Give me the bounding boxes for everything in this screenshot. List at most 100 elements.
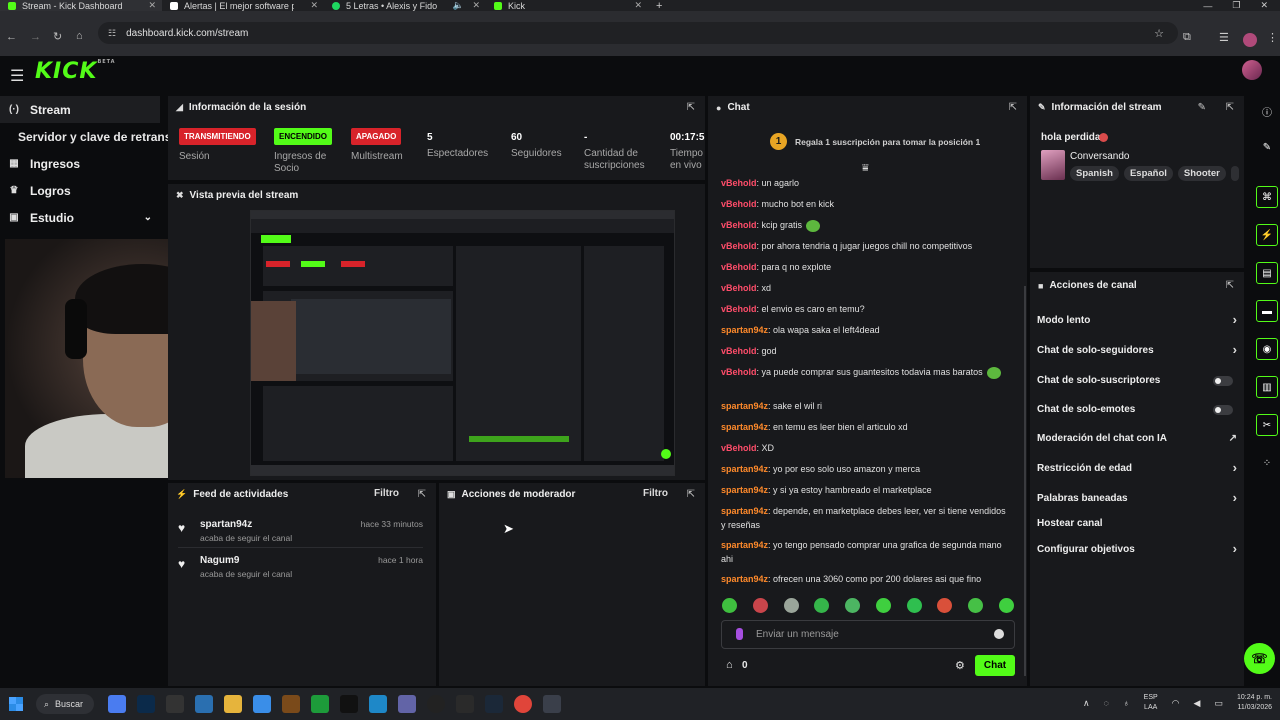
- feed-filter-button[interactable]: Filtro: [374, 488, 399, 499]
- settings-icon[interactable]: [543, 695, 561, 713]
- chat-username[interactable]: vBehold: [721, 304, 757, 314]
- channel-action-item[interactable]: Chat de solo-emotes: [1037, 404, 1237, 415]
- document-icon[interactable]: ▤: [1256, 262, 1278, 284]
- channel-action-item[interactable]: Modo lento ›: [1037, 312, 1237, 327]
- network-icon[interactable]: ◌: [1104, 698, 1109, 708]
- close-tab-icon[interactable]: 🔈: [453, 0, 464, 11]
- expand-icon[interactable]: ⇱: [687, 489, 695, 500]
- emote-icon[interactable]: [968, 598, 984, 613]
- tag[interactable]: [1230, 166, 1239, 181]
- close-tab-icon[interactable]: ✕: [310, 0, 318, 11]
- more-icon[interactable]: ⁘: [1256, 452, 1278, 474]
- chat-username[interactable]: vBehold: [721, 283, 757, 293]
- help-button[interactable]: ☏: [1244, 643, 1275, 674]
- emote-icon[interactable]: [752, 598, 768, 613]
- browser-tab[interactable]: Alertas | El mejor software para ✕: [162, 0, 324, 11]
- emote-icon[interactable]: [783, 598, 799, 613]
- chat-username[interactable]: vBehold: [721, 241, 757, 251]
- minimize-icon[interactable]: —: [1203, 1, 1212, 11]
- filter-icon[interactable]: ⩸: [862, 162, 869, 175]
- pencil-icon[interactable]: ✎: [1256, 136, 1278, 158]
- address-bar[interactable]: ☷ dashboard.kick.com/stream ☆: [98, 22, 1178, 44]
- users-icon[interactable]: ▥: [1256, 376, 1278, 398]
- info-circle-icon[interactable]: ⓘ: [1256, 100, 1278, 122]
- channel-action-item[interactable]: Restricción de edad ›: [1037, 460, 1237, 475]
- expand-icon[interactable]: ⇱: [418, 489, 426, 500]
- channel-action-item[interactable]: Hostear canal: [1037, 518, 1237, 529]
- volume-icon[interactable]: ◀: [1194, 698, 1201, 709]
- reload-icon[interactable]: ↻: [53, 30, 62, 43]
- emote-icon[interactable]: [814, 598, 830, 613]
- app-icon[interactable]: [253, 695, 271, 713]
- emote-icon[interactable]: [875, 598, 891, 613]
- app-icon[interactable]: [340, 695, 358, 713]
- chat-username[interactable]: vBehold: [721, 346, 757, 356]
- forward-icon[interactable]: →: [30, 31, 41, 43]
- wifi-icon[interactable]: ◠: [1172, 698, 1180, 709]
- chat-username[interactable]: spartan94z: [721, 401, 768, 411]
- mod-filter-button[interactable]: Filtro: [643, 488, 668, 499]
- edge-icon[interactable]: [369, 695, 387, 713]
- chat-username[interactable]: spartan94z: [721, 422, 768, 432]
- taskbar-search[interactable]: ⌕ Buscar: [36, 694, 94, 714]
- teams-icon[interactable]: [398, 695, 416, 713]
- tag[interactable]: Español: [1123, 166, 1173, 181]
- menu-icon[interactable]: ⋮: [1267, 31, 1278, 44]
- chat-username[interactable]: vBehold: [721, 367, 757, 377]
- emote-icon[interactable]: [906, 598, 922, 613]
- expand-icon[interactable]: ⇱: [1226, 280, 1234, 291]
- sidebar-item-estudio[interactable]: ▣ Estudio ⌄: [0, 204, 160, 231]
- chat-username[interactable]: vBehold: [721, 220, 757, 230]
- sidebar-item-logros[interactable]: ♛ Logros: [0, 177, 160, 204]
- browser-tab[interactable]: Kick ✕: [486, 0, 648, 11]
- toggle-switch[interactable]: [1213, 376, 1233, 386]
- steam-icon[interactable]: [485, 695, 503, 713]
- kick-logo[interactable]: KICKBETA: [35, 59, 116, 84]
- maximize-icon[interactable]: ❐: [1232, 0, 1240, 11]
- folder-icon[interactable]: [224, 695, 242, 713]
- chat-username[interactable]: spartan94z: [721, 485, 768, 495]
- store-icon[interactable]: ⌂: [726, 659, 733, 671]
- bookmark-star-icon[interactable]: ☆: [1154, 27, 1164, 40]
- home-icon[interactable]: ⌂: [76, 30, 83, 42]
- new-tab-button[interactable]: +: [648, 0, 670, 12]
- category-thumbnail[interactable]: [1041, 150, 1065, 180]
- channel-action-item[interactable]: Chat de solo-suscriptores: [1037, 375, 1237, 386]
- panel-toggle-icon[interactable]: ⌘: [1256, 186, 1278, 208]
- emote-icon[interactable]: [937, 598, 953, 613]
- profile-avatar[interactable]: [1243, 33, 1257, 47]
- app-icon[interactable]: [456, 695, 474, 713]
- chat-username[interactable]: vBehold: [721, 199, 757, 209]
- sidebar-item-stream[interactable]: (·) Stream: [0, 96, 160, 123]
- app-icon[interactable]: [311, 695, 329, 713]
- app-icon[interactable]: [195, 695, 213, 713]
- emote-icon[interactable]: [998, 598, 1014, 613]
- close-tab-icon[interactable]: ✕: [472, 0, 480, 11]
- expand-icon[interactable]: ⇱: [1226, 102, 1234, 113]
- tab-search-icon[interactable]: ☰: [1219, 31, 1229, 44]
- user-avatar[interactable]: [1242, 60, 1262, 80]
- close-window-icon[interactable]: ✕: [1260, 0, 1268, 11]
- send-chat-button[interactable]: Chat: [975, 655, 1015, 676]
- channel-action-item[interactable]: Palabras baneadas ›: [1037, 490, 1237, 505]
- expand-icon[interactable]: ⇱: [687, 102, 695, 113]
- gift-leaderboard-banner[interactable]: 1 Regala 1 suscripción para tomar la pos…: [770, 133, 980, 150]
- close-tab-icon[interactable]: ✕: [634, 0, 642, 11]
- chat-username[interactable]: spartan94z: [721, 325, 768, 335]
- chat-username[interactable]: spartan94z: [721, 574, 768, 584]
- epic-games-icon[interactable]: [166, 695, 184, 713]
- mic-icon[interactable]: [736, 628, 743, 640]
- extensions-icon[interactable]: ⧉: [1183, 31, 1191, 44]
- channel-action-item[interactable]: Moderación del chat con IA ↗: [1037, 433, 1237, 444]
- app-icon[interactable]: [282, 695, 300, 713]
- battery-icon[interactable]: ▭: [1214, 698, 1223, 709]
- tag[interactable]: Spanish: [1070, 166, 1119, 181]
- app-icon[interactable]: [108, 695, 126, 713]
- lightning-icon[interactable]: ⚡: [1256, 224, 1278, 246]
- emote-icon[interactable]: [845, 598, 861, 613]
- browser-tab[interactable]: 5 Letras • Alexis y Fido 🔈 ✕: [324, 0, 486, 11]
- language-indicator[interactable]: ESP LAA: [1144, 693, 1158, 713]
- chat-username[interactable]: spartan94z: [721, 506, 768, 516]
- sidebar-item-server-key[interactable]: Servidor y clave de retransmisión: [0, 123, 168, 150]
- channel-action-item[interactable]: Chat de solo-seguidores ›: [1037, 342, 1237, 357]
